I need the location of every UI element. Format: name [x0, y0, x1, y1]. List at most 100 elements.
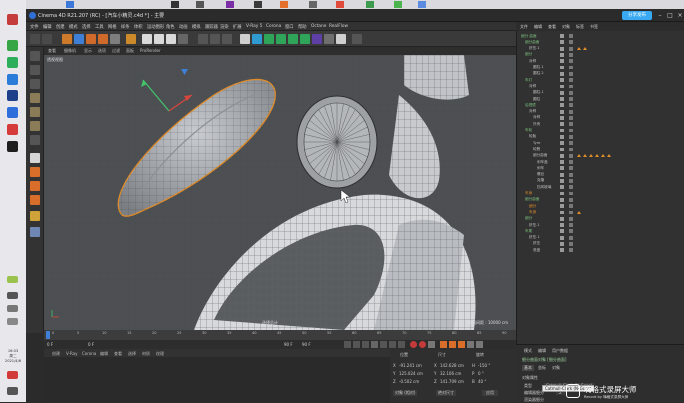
minimize-icon[interactable]: – [656, 12, 664, 19]
sculpt-icon[interactable] [30, 211, 40, 221]
tool-icon[interactable] [30, 181, 40, 191]
om-menu-item[interactable]: 标签 [576, 24, 584, 30]
menu-item[interactable]: 帮助 [298, 24, 307, 30]
visibility-toggle[interactable] [560, 153, 564, 158]
visibility-toggle[interactable] [560, 116, 564, 120]
prev-frame-icon[interactable] [362, 341, 369, 348]
om-menu-item[interactable]: 编辑 [534, 24, 542, 30]
phong-tag-icon[interactable] [569, 34, 573, 38]
viewport-menu-item[interactable]: 显示 [84, 48, 92, 54]
visibility-toggle[interactable] [560, 40, 564, 45]
tray-icon[interactable] [7, 276, 18, 283]
redo-icon[interactable] [42, 34, 52, 44]
wechat-icon[interactable] [7, 40, 18, 51]
visibility-toggle[interactable] [560, 223, 564, 227]
model-mode-icon[interactable] [30, 65, 40, 75]
menu-item[interactable]: 窗口 [285, 24, 294, 30]
material-tag-icon[interactable] [607, 153, 611, 157]
autokey-icon[interactable] [419, 341, 426, 348]
attr-subtab[interactable]: 对象 [552, 365, 560, 371]
3d-viewport[interactable]: 透视视图 选择总计 网格间距 : 10000 cm [44, 55, 516, 330]
viewport-menu-item[interactable]: 查看 [48, 48, 56, 54]
desktop-icon[interactable] [66, 1, 74, 8]
desktop-icon[interactable] [366, 1, 374, 8]
cinema4d-icon[interactable] [7, 90, 18, 101]
material-tag-icon[interactable] [577, 153, 581, 157]
apply-button[interactable]: 应用 [482, 390, 498, 396]
phong-tag-icon[interactable] [569, 90, 573, 95]
playhead[interactable] [46, 331, 50, 339]
visibility-toggle[interactable] [560, 84, 564, 89]
visibility-toggle[interactable] [560, 97, 564, 101]
camera-icon[interactable] [324, 34, 334, 44]
visibility-toggle[interactable] [560, 103, 564, 108]
viewport-menu-item[interactable]: 过滤 [112, 48, 120, 54]
phong-tag-icon[interactable] [569, 210, 573, 215]
clock-time[interactable]: 16:03 [2, 349, 24, 353]
phong-tag-icon[interactable] [569, 141, 573, 146]
texture-mode-icon[interactable] [30, 79, 40, 89]
menu-item[interactable]: RealFlow [329, 24, 348, 29]
points-mode-icon[interactable] [30, 93, 40, 103]
rotation-p-field[interactable]: 0 ° [478, 371, 484, 376]
visibility-toggle[interactable] [560, 34, 564, 38]
desktop-icon[interactable] [196, 1, 204, 8]
visibility-toggle[interactable] [560, 134, 564, 139]
phong-tag-icon[interactable] [569, 204, 573, 209]
app-icon[interactable] [7, 74, 18, 85]
record-icon[interactable] [410, 341, 417, 348]
app-icon[interactable] [7, 141, 18, 152]
attr-tab[interactable]: 编辑 [538, 348, 546, 354]
position-x-field[interactable]: -91.241 cm [399, 363, 422, 368]
size-z-field[interactable]: 141.709 cm [440, 379, 464, 384]
snap-icon[interactable] [30, 153, 40, 163]
scale-icon[interactable] [86, 34, 96, 44]
viewport-menu-item[interactable]: 摄像机 [64, 48, 76, 54]
material-menu-item[interactable]: 查看 [114, 351, 122, 357]
material-tag-icon[interactable] [589, 153, 593, 157]
notification-icon[interactable] [7, 371, 18, 379]
phong-tag-icon[interactable] [569, 109, 573, 114]
z-axis-icon[interactable] [166, 34, 176, 44]
phong-tag-icon[interactable] [569, 223, 573, 227]
visibility-toggle[interactable] [560, 197, 564, 202]
phong-tag-icon[interactable] [569, 191, 573, 196]
play-icon[interactable] [371, 341, 378, 348]
maximize-icon[interactable]: □ [666, 12, 674, 19]
phong-tag-icon[interactable] [569, 53, 573, 57]
visibility-toggle[interactable] [560, 53, 564, 57]
visibility-toggle[interactable] [560, 204, 564, 209]
phong-tag-icon[interactable] [569, 128, 573, 133]
visibility-toggle[interactable] [560, 235, 564, 240]
end-frame-2[interactable]: 90 F [302, 342, 311, 347]
select-icon[interactable] [62, 34, 72, 44]
grid-icon[interactable] [352, 34, 362, 44]
phong-tag-icon[interactable] [569, 197, 573, 202]
transform-icon[interactable] [110, 34, 120, 44]
visibility-toggle[interactable] [560, 147, 564, 152]
phong-tag-icon[interactable] [569, 46, 573, 51]
visibility-toggle[interactable] [560, 242, 564, 246]
visibility-toggle[interactable] [560, 122, 564, 127]
material-menu-item[interactable]: 创建 [52, 351, 60, 357]
phong-tag-icon[interactable] [569, 166, 573, 171]
menu-item[interactable]: 渲染 [220, 24, 229, 30]
timeline-ruler[interactable]: 0 5 10 15 20 25 30 35 40 45 50 55 60 65 70 75 80 85 90 [44, 330, 516, 340]
menu-item[interactable]: 模拟 [192, 24, 201, 30]
attr-subtab[interactable]: 坐标 [538, 365, 546, 371]
start-frame[interactable]: 0 F [88, 342, 94, 347]
material-menu-item[interactable]: V-Ray [66, 351, 77, 356]
phong-tag-icon[interactable] [569, 248, 573, 253]
material-tag-icon[interactable] [577, 210, 581, 214]
workplane-icon[interactable] [30, 227, 40, 237]
pen-icon[interactable] [252, 34, 262, 44]
axis-icon[interactable] [30, 135, 40, 145]
visibility-toggle[interactable] [560, 71, 564, 76]
menu-item[interactable]: 跟踪器 [205, 24, 218, 30]
menu-item[interactable]: 体积 [134, 24, 143, 30]
object-row[interactable]: 底盘 [517, 247, 684, 253]
tool-icon[interactable] [30, 167, 40, 177]
visibility-toggle[interactable] [560, 109, 564, 114]
phong-tag-icon[interactable] [569, 185, 573, 190]
menu-item[interactable]: 工具 [95, 24, 104, 30]
